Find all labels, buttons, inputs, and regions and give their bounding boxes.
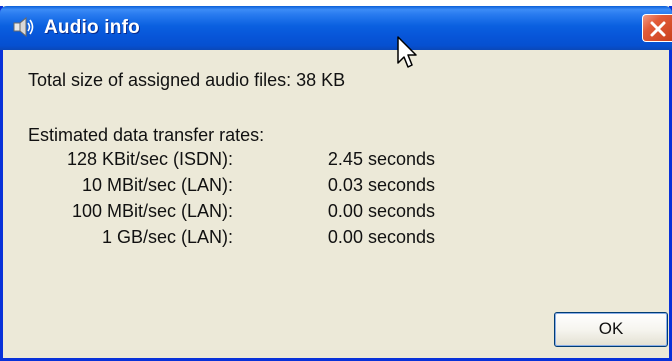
ok-button[interactable]: OK [554, 312, 668, 347]
transfer-rates-heading: Estimated data transfer rates: [28, 125, 265, 145]
rate-label: 100 MBit/sec (LAN): [71, 201, 233, 221]
rate-row-100mbit: 100 MBit/sec (LAN): 0.00 seconds [3, 201, 463, 225]
rate-value: 2.45 seconds [327, 149, 435, 169]
rate-label: 128 KBit/sec (ISDN): [66, 149, 233, 169]
rate-row-isdn: 128 KBit/sec (ISDN): 2.45 seconds [3, 149, 463, 173]
mouse-pointer-icon [397, 36, 421, 74]
rate-value: 0.00 seconds [327, 227, 435, 247]
close-button[interactable] [642, 14, 672, 42]
window-title: Audio info [44, 17, 140, 38]
speaker-icon [12, 15, 36, 39]
rate-value: 0.00 seconds [327, 201, 435, 221]
rate-label: 10 MBit/sec (LAN): [81, 175, 233, 195]
total-size-text: Total size of assigned audio files: 38 K… [28, 70, 346, 90]
title-bar[interactable]: Audio info [0, 6, 672, 50]
rate-label: 1 GB/sec (LAN): [101, 227, 233, 247]
audio-info-dialog: Audio info Total size of assigned audio … [0, 6, 672, 361]
rate-row-10mbit: 10 MBit/sec (LAN): 0.03 seconds [3, 175, 463, 199]
rate-value: 0.03 seconds [327, 175, 435, 195]
rate-row-1gb: 1 GB/sec (LAN): 0.00 seconds [3, 227, 463, 251]
